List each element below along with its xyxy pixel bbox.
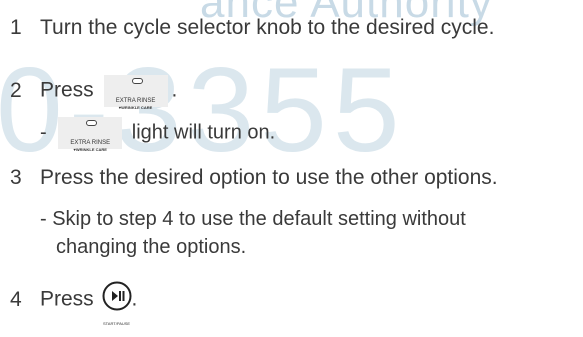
note-dash: - [40, 121, 47, 144]
extra-rinse-button-icon: EXTRA RINSE ♥WRINKLE CARE [103, 75, 168, 110]
indicator-light-icon [86, 120, 98, 126]
start-pause-button-icon: START/PAUSE [102, 281, 132, 326]
step-2: 2 Press EXTRA RINSE ♥WRINKLE CARE . [10, 75, 178, 110]
step-suffix: . [131, 287, 138, 311]
start-pause-label: START/PAUSE [102, 321, 131, 326]
step-1: 1 Turn the cycle selector knob to the des… [10, 15, 494, 41]
step-2-note: - EXTRA RINSE ♥WRINKLE CARE light will t… [40, 117, 276, 152]
step-text: Press the desired option to use the othe… [40, 166, 498, 189]
step-number: 3 [10, 166, 22, 189]
note-text: light will turn on. [131, 121, 276, 144]
play-pause-icon [102, 281, 132, 311]
step-number: 4 [10, 287, 22, 311]
step-3: 3 Press the desired option to use the oth… [10, 165, 498, 191]
step-text: Press [40, 287, 94, 311]
wrinkle-care-label: ♥WRINKLE CARE [73, 147, 107, 152]
step-3-note-line-1: - Skip to step 4 to use the default sett… [40, 208, 466, 230]
step-number: 2 [10, 78, 22, 102]
step-number: 1 [10, 16, 22, 39]
step-text: Turn the cycle selector knob to the desi… [40, 16, 495, 39]
step-3-note-line-2: changing the options. [56, 236, 247, 258]
step-suffix: . [171, 78, 178, 102]
indicator-light-icon [131, 78, 143, 84]
step-text: Press [40, 78, 94, 102]
instructions: 1 Turn the cycle selector knob to the des… [0, 0, 583, 326]
extra-rinse-button-icon: EXTRA RINSE ♥WRINKLE CARE [58, 117, 123, 152]
step-4: 4 Press START/PAUSE . [10, 281, 138, 326]
